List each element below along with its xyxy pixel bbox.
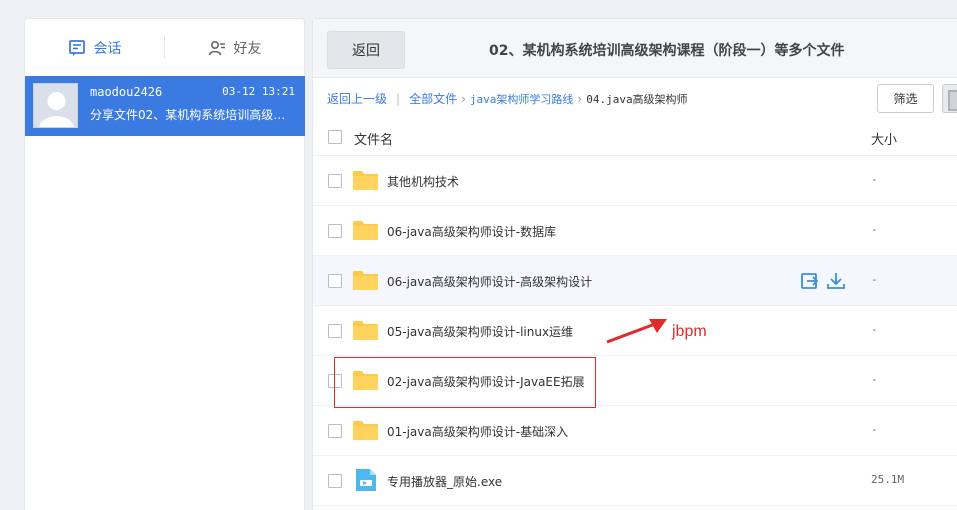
row-checkbox[interactable] — [328, 424, 342, 438]
chat-icon — [68, 39, 85, 56]
download-icon[interactable] — [826, 271, 846, 291]
share-file-panel: 返回 02、某机构系统培训高级架构课程（阶段一）等多个文件 返回上一级 | 全部… — [312, 18, 957, 510]
left-tabs: 会话 好友 — [25, 19, 304, 76]
tab-friends[interactable]: 好友 — [165, 19, 304, 76]
file-name[interactable]: 06-java高级架构师设计-数据库 — [387, 223, 556, 240]
chevron-right-icon: › — [461, 91, 466, 106]
folder-icon — [353, 221, 378, 240]
view-toggle-button[interactable] — [942, 84, 957, 113]
annotation-arrow-icon — [606, 319, 667, 344]
select-all-checkbox[interactable] — [328, 130, 342, 144]
file-size: - — [871, 273, 878, 286]
tab-conversations-label: 会话 — [93, 40, 122, 57]
breadcrumb-separator: | — [396, 91, 401, 106]
row-checkbox[interactable] — [328, 474, 342, 488]
row-checkbox[interactable] — [328, 274, 342, 288]
file-size: - — [871, 223, 878, 236]
file-size: - — [871, 373, 878, 386]
default-avatar-icon — [34, 84, 77, 127]
file-row[interactable]: 06-java高级架构师设计-数据库 - — [313, 206, 957, 256]
conversation-name: maodou2426 — [90, 85, 163, 99]
avatar — [33, 83, 78, 128]
file-name[interactable]: 05-java高级架构师设计-linux运维 — [387, 323, 573, 340]
file-name[interactable]: 其他机构技术 — [387, 173, 459, 190]
file-row[interactable]: 其他机构技术 - — [313, 156, 957, 206]
file-row[interactable]: 06-java高级架构师设计-高级架构设计 - — [313, 256, 957, 306]
file-name[interactable]: 专用播放器_原始.exe — [387, 473, 502, 490]
conversation-time: 03-12 13:21 — [222, 85, 295, 98]
conversation-message: 分享文件02、某机构系统培训高级架构课程（阶段一）等多个文件 — [90, 108, 290, 122]
folder-icon — [353, 321, 378, 340]
annotation-label: jbpm — [672, 323, 707, 340]
breadcrumb-up-link[interactable]: 返回上一级 — [327, 90, 387, 107]
exe-file-icon — [356, 469, 376, 491]
file-name[interactable]: 01-java高级架构师设计-基础深入 — [387, 423, 568, 440]
file-size: 25.1M — [871, 473, 905, 486]
breadcrumb-all-files-link[interactable]: 全部文件 — [409, 90, 457, 107]
breadcrumb: 返回上一级 | 全部文件 › java架构师学习路线 › 04.java高级架构… — [327, 90, 688, 107]
conversation-item[interactable]: maodou2426 03-12 13:21 分享文件02、某机构系统培训高级架… — [25, 76, 305, 136]
tab-friends-label: 好友 — [233, 40, 262, 57]
breadcrumb-folder-link[interactable]: java架构师学习路线 — [470, 91, 574, 107]
save-to-netdisk-icon[interactable] — [800, 271, 820, 291]
row-checkbox[interactable] — [328, 174, 342, 188]
breadcrumb-current: 04.java高级架构师 — [586, 92, 688, 106]
back-button[interactable]: 返回 — [327, 31, 405, 69]
tab-conversations[interactable]: 会话 — [25, 19, 164, 76]
file-name[interactable]: 06-java高级架构师设计-高级架构设计 — [387, 273, 592, 290]
file-table-header: 文件名 大小 — [313, 117, 957, 156]
file-row[interactable]: 01-java高级架构师设计-基础深入 - — [313, 406, 957, 456]
share-title: 02、某机构系统培训高级架构课程（阶段一）等多个文件 — [489, 43, 845, 59]
file-row[interactable]: 专用播放器_原始.exe 25.1M — [313, 456, 957, 506]
friends-icon — [208, 40, 225, 55]
conversation-panel: 会话 好友 maodou2426 03-12 13:21 分享文件02、某机构系… — [24, 18, 305, 510]
folder-icon — [353, 171, 378, 190]
file-size: - — [871, 423, 878, 436]
file-size: - — [871, 173, 878, 186]
column-header-name[interactable]: 文件名 — [354, 129, 393, 148]
row-checkbox[interactable] — [328, 224, 342, 238]
folder-icon — [353, 421, 378, 440]
highlight-annotation-box — [334, 357, 596, 408]
file-size: - — [871, 323, 878, 336]
chevron-right-icon: › — [577, 91, 583, 106]
row-checkbox[interactable] — [328, 324, 342, 338]
folder-icon — [353, 271, 378, 290]
share-header: 返回 02、某机构系统培训高级架构课程（阶段一）等多个文件 — [313, 19, 957, 78]
filter-button[interactable]: 筛选 — [877, 84, 934, 113]
column-header-size[interactable]: 大小 — [871, 129, 897, 148]
